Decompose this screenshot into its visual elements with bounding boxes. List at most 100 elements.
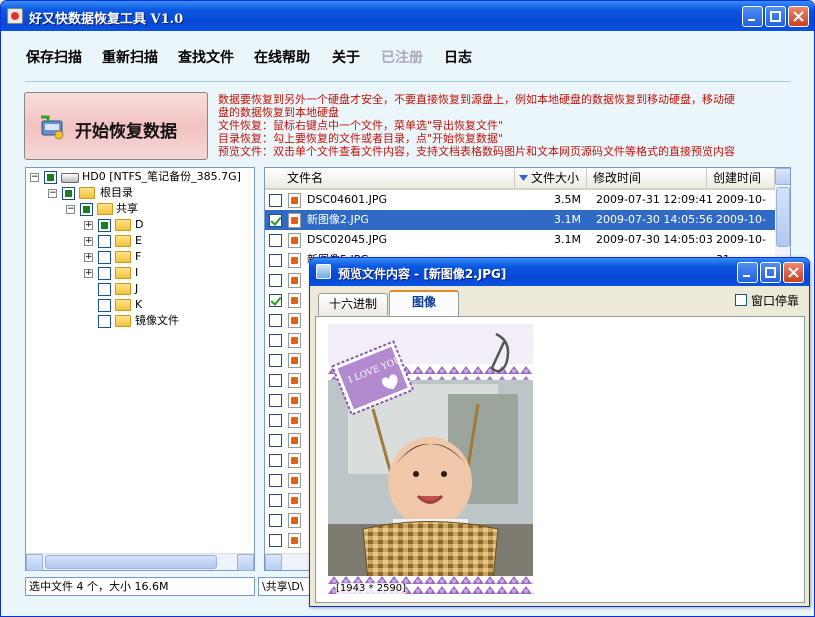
- row-checkbox[interactable]: [269, 434, 282, 447]
- maximize-icon: [765, 267, 776, 278]
- tree-checkbox[interactable]: [98, 235, 111, 248]
- tree-checkbox[interactable]: [98, 251, 111, 264]
- row-checkbox[interactable]: [269, 274, 282, 287]
- tree-node-i[interactable]: + I: [84, 265, 244, 281]
- minimize-button[interactable]: [742, 6, 763, 27]
- preview-maximize-button[interactable]: [760, 262, 781, 283]
- scroll-thumb[interactable]: [45, 555, 217, 569]
- tree-node-e[interactable]: + E: [84, 233, 244, 249]
- col-header-name[interactable]: 文件名: [265, 168, 515, 190]
- tree-node-d[interactable]: + D: [84, 217, 244, 233]
- menu-save-scan[interactable]: 保存扫描: [26, 47, 82, 67]
- close-button[interactable]: [788, 6, 809, 27]
- hard-drive-icon: [61, 173, 79, 183]
- row-checkbox[interactable]: [269, 334, 282, 347]
- row-checkbox[interactable]: [269, 494, 282, 507]
- cell-name: 新图像2.JPG: [307, 213, 369, 226]
- folder-tree[interactable]: − HD0 [NTFS_笔记备份_385.7G] − 根目录 − 共享 + D …: [25, 167, 255, 571]
- maximize-button[interactable]: [765, 6, 786, 27]
- tree-node-share[interactable]: − 共享: [66, 201, 246, 217]
- row-checkbox[interactable]: [269, 234, 282, 247]
- tree-label: 镜像文件: [135, 314, 179, 327]
- info-line: 盘的数据恢复到本地硬盘: [218, 106, 339, 119]
- row-checkbox[interactable]: [269, 354, 282, 367]
- cell-modified: 2009-07-31 12:09:41: [596, 193, 713, 206]
- row-checkbox[interactable]: [269, 414, 282, 427]
- scroll-left-icon[interactable]: [265, 554, 282, 570]
- tree-checkbox[interactable]: [98, 283, 111, 296]
- scroll-up-icon[interactable]: [775, 168, 790, 185]
- tree-checkbox[interactable]: [98, 315, 111, 328]
- col-header-created[interactable]: 创建时间: [707, 168, 775, 190]
- cell-modified: 2009-07-30 14:05:03: [596, 233, 713, 246]
- jpg-file-icon: [288, 333, 301, 348]
- tree-node-root[interactable]: − 根目录: [48, 185, 248, 201]
- row-checkbox[interactable]: [269, 314, 282, 327]
- table-row[interactable]: DSC02045.JPG 3.1M 2009-07-30 14:05:03 2009-…: [265, 230, 775, 266]
- tree-node-k[interactable]: K: [84, 297, 244, 313]
- menu-find-file[interactable]: 查找文件: [178, 47, 234, 67]
- tree-hscrollbar[interactable]: [26, 553, 254, 571]
- tree-node-hd0[interactable]: − HD0 [NTFS_笔记备份_385.7G]: [30, 169, 250, 185]
- tree-checkbox[interactable]: [62, 187, 75, 200]
- row-checkbox[interactable]: [269, 394, 282, 407]
- expand-icon[interactable]: +: [84, 221, 93, 230]
- tree-node-image-files[interactable]: 镜像文件: [84, 313, 244, 329]
- tree-label: E: [135, 234, 142, 247]
- tree-label: HD0 [NTFS_笔记备份_385.7G]: [82, 170, 241, 183]
- scroll-left-icon[interactable]: [26, 554, 43, 571]
- tree-checkbox[interactable]: [80, 203, 93, 216]
- start-recovery-button[interactable]: 开始恢复数据: [24, 92, 208, 160]
- menu-online-help[interactable]: 在线帮助: [254, 47, 310, 67]
- col-header-size[interactable]: 文件大小: [515, 168, 587, 190]
- row-checkbox[interactable]: [269, 534, 282, 547]
- tree-checkbox[interactable]: [98, 219, 111, 232]
- row-checkbox[interactable]: [269, 514, 282, 527]
- row-checkbox[interactable]: [269, 254, 282, 267]
- folder-icon: [115, 315, 131, 327]
- collapse-icon[interactable]: −: [48, 189, 57, 198]
- start-recovery-label: 开始恢复数据: [75, 122, 177, 142]
- tree-node-j[interactable]: J: [84, 281, 244, 297]
- cell-modified: 2009-07-30 14:05:56: [596, 213, 713, 226]
- scroll-right-icon[interactable]: [237, 554, 254, 571]
- collapse-icon[interactable]: −: [30, 173, 39, 182]
- close-icon: [793, 11, 804, 22]
- menu-about[interactable]: 关于: [332, 47, 360, 67]
- tab-hex[interactable]: 十六进制: [318, 293, 389, 315]
- maximize-icon: [770, 11, 781, 22]
- row-checkbox[interactable]: [269, 474, 282, 487]
- preview-close-button[interactable]: [783, 262, 804, 283]
- tree-node-f[interactable]: + F: [84, 249, 244, 265]
- tab-image[interactable]: 图像: [389, 290, 459, 316]
- dock-window-toggle[interactable]: 窗口停靠: [734, 292, 799, 309]
- row-checkbox[interactable]: [269, 454, 282, 467]
- tree-checkbox[interactable]: [98, 299, 111, 312]
- scroll-thumb[interactable]: [776, 187, 790, 247]
- preview-minimize-button[interactable]: [737, 262, 758, 283]
- row-checkbox[interactable]: [269, 374, 282, 387]
- preview-title-bar[interactable]: 预览文件内容 - [新图像2.JPG]: [310, 258, 809, 286]
- expand-icon[interactable]: +: [84, 253, 93, 262]
- table-row[interactable]: 新图像2.JPG 3.1M 2009-07-30 14:05:56 2009-10-3…: [265, 210, 775, 246]
- col-header-modified[interactable]: 修改时间: [587, 168, 707, 190]
- table-row[interactable]: DSC04601.JPG 3.5M 2009-07-31 12:09:41 2009-…: [265, 190, 775, 226]
- menu-log[interactable]: 日志: [444, 47, 472, 67]
- menu-rescan[interactable]: 重新扫描: [102, 47, 158, 67]
- expand-icon[interactable]: +: [84, 269, 93, 278]
- collapse-icon[interactable]: −: [66, 205, 75, 214]
- row-checkbox[interactable]: [269, 194, 282, 207]
- expand-icon[interactable]: +: [84, 237, 93, 246]
- tree-checkbox[interactable]: [98, 267, 111, 280]
- folder-icon: [97, 203, 113, 215]
- dock-checkbox[interactable]: [734, 294, 747, 306]
- tree-checkbox[interactable]: [44, 171, 57, 184]
- preview-title: 预览文件内容 - [新图像2.JPG]: [338, 267, 507, 281]
- cell-name: DSC02045.JPG: [307, 233, 388, 246]
- minimize-icon: [743, 275, 750, 277]
- title-bar[interactable]: 好又快数据恢复工具 V1.0: [1, 1, 814, 31]
- jpg-file-icon: [288, 533, 301, 548]
- row-checkbox[interactable]: [269, 214, 282, 227]
- row-checkbox[interactable]: [269, 294, 282, 307]
- jpg-file-icon: [288, 293, 301, 308]
